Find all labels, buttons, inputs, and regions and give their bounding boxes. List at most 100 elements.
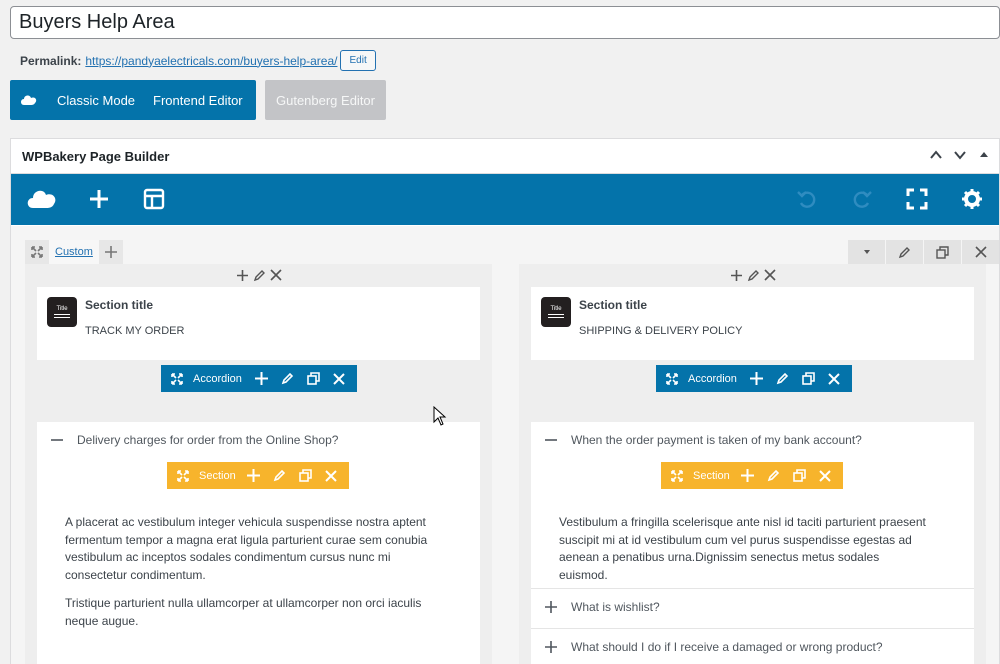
accordion-item-open[interactable]: Delivery charges for order from the Onli… bbox=[37, 426, 480, 454]
column-delete-icon[interactable] bbox=[763, 269, 776, 281]
column-add-icon[interactable] bbox=[730, 269, 743, 282]
accordion-move-icon[interactable] bbox=[167, 369, 187, 389]
accordion-question: Delivery charges for order from the Onli… bbox=[77, 433, 339, 447]
classic-mode-button[interactable]: Classic Mode bbox=[48, 93, 144, 108]
editor-mode-bar: Classic Mode Frontend Editor bbox=[10, 80, 256, 120]
column-left: Title Section title TRACK MY ORDER Accor… bbox=[25, 264, 492, 664]
column-edit-icon[interactable] bbox=[253, 269, 266, 282]
column-edit-icon[interactable] bbox=[747, 269, 760, 282]
chevron-up-icon[interactable] bbox=[929, 148, 943, 162]
section-title-element[interactable]: Title Section title SHIPPING & DELIVERY … bbox=[531, 287, 974, 360]
accordion-controls: Accordion bbox=[161, 365, 357, 392]
section-move-icon[interactable] bbox=[667, 466, 687, 486]
accordion-clone-icon[interactable] bbox=[798, 369, 818, 389]
section-content: Vestibulum a fringilla scelerisque ante … bbox=[559, 514, 929, 584]
section-controls: Section bbox=[167, 462, 349, 489]
column-controls bbox=[25, 266, 492, 284]
fullscreen-icon[interactable] bbox=[904, 186, 930, 212]
wpbakery-cloud-icon[interactable] bbox=[25, 186, 59, 212]
section-paragraph: A placerat ac vestibulum integer vehicul… bbox=[65, 515, 428, 582]
section-content: A placerat ac vestibulum integer vehicul… bbox=[65, 514, 435, 630]
add-element-icon[interactable] bbox=[86, 186, 112, 212]
accordion-item-open[interactable]: When the order payment is taken of my ba… bbox=[531, 426, 974, 454]
accordion-delete-icon[interactable] bbox=[329, 369, 349, 389]
accordion-delete-icon[interactable] bbox=[824, 369, 844, 389]
accordion-edit-icon[interactable] bbox=[772, 369, 792, 389]
row-delete-icon[interactable] bbox=[962, 240, 999, 264]
wpbakery-panel: WPBakery Page Builder Custom Title Secti… bbox=[10, 138, 1000, 664]
settings-gear-icon[interactable] bbox=[959, 186, 985, 212]
title-element-icon: Title bbox=[47, 297, 77, 327]
frontend-editor-button[interactable]: Frontend Editor bbox=[144, 93, 252, 108]
mouse-cursor-icon bbox=[433, 406, 447, 426]
permalink: Permalink: https://pandyaelectricals.com… bbox=[20, 50, 376, 71]
row-clone-icon[interactable] bbox=[924, 240, 961, 264]
plus-icon bbox=[531, 601, 571, 613]
accordion-question: What should I do if I receive a damaged … bbox=[571, 640, 883, 654]
section-delete-icon[interactable] bbox=[815, 466, 835, 486]
section-edit-icon[interactable] bbox=[269, 466, 289, 486]
panel-title: WPBakery Page Builder bbox=[22, 148, 170, 164]
panel-header: WPBakery Page Builder bbox=[11, 139, 999, 174]
triangle-up-icon[interactable] bbox=[977, 148, 991, 162]
gutenberg-editor-button[interactable]: Gutenberg Editor bbox=[265, 80, 386, 120]
minus-icon bbox=[531, 434, 571, 446]
templates-icon[interactable] bbox=[141, 186, 167, 212]
builder-canvas: Custom Title Section title TRACK MY ORDE… bbox=[11, 226, 999, 664]
section-add-icon[interactable] bbox=[243, 466, 263, 486]
undo-icon[interactable] bbox=[794, 186, 820, 212]
permalink-edit-button[interactable]: Edit bbox=[340, 50, 376, 71]
column-delete-icon[interactable] bbox=[269, 269, 282, 281]
section-delete-icon[interactable] bbox=[321, 466, 341, 486]
accordion-controls: Accordion bbox=[656, 365, 852, 392]
accordion-add-icon[interactable] bbox=[251, 369, 271, 389]
redo-icon[interactable] bbox=[849, 186, 875, 212]
chevron-down-icon[interactable] bbox=[953, 148, 967, 162]
section-paragraph: Tristique parturient nulla ullamcorper a… bbox=[65, 596, 422, 628]
section-label: Section bbox=[199, 469, 236, 482]
accordion-item-collapsed[interactable]: What should I do if I receive a damaged … bbox=[531, 632, 974, 662]
row-tab: Custom bbox=[25, 240, 123, 264]
section-label: Section bbox=[693, 469, 730, 482]
section-paragraph: Vestibulum a fringilla scelerisque ante … bbox=[559, 515, 926, 582]
section-clone-icon[interactable] bbox=[789, 466, 809, 486]
accordion-label: Accordion bbox=[688, 372, 737, 385]
row-tab-custom[interactable]: Custom bbox=[49, 240, 99, 264]
column-right: Title Section title SHIPPING & DELIVERY … bbox=[519, 264, 986, 664]
title-element-heading: Section title bbox=[579, 298, 648, 312]
row-add-icon[interactable] bbox=[99, 240, 123, 264]
title-element-value: SHIPPING & DELIVERY POLICY bbox=[579, 325, 743, 337]
builder-toolbar bbox=[11, 174, 999, 225]
row-dropdown-icon[interactable] bbox=[848, 240, 885, 264]
post-title-input[interactable]: Buyers Help Area bbox=[10, 6, 1000, 39]
column-controls bbox=[519, 266, 986, 284]
accordion-question: When the order payment is taken of my ba… bbox=[571, 433, 862, 447]
title-element-value: TRACK MY ORDER bbox=[85, 325, 185, 337]
accordion-label: Accordion bbox=[193, 372, 242, 385]
accordion-divider bbox=[531, 628, 974, 629]
section-move-icon[interactable] bbox=[173, 466, 193, 486]
section-controls: Section bbox=[661, 462, 843, 489]
column-add-icon[interactable] bbox=[236, 269, 249, 282]
title-element-heading: Section title bbox=[85, 298, 154, 312]
permalink-label: Permalink: bbox=[20, 53, 82, 68]
minus-icon bbox=[37, 434, 77, 446]
section-add-icon[interactable] bbox=[737, 466, 757, 486]
permalink-url[interactable]: https://pandyaelectricals.com/buyers-hel… bbox=[85, 54, 337, 68]
row-controls bbox=[847, 240, 999, 264]
accordion-element: When the order payment is taken of my ba… bbox=[531, 422, 974, 664]
row-edit-icon[interactable] bbox=[886, 240, 923, 264]
accordion-edit-icon[interactable] bbox=[277, 369, 297, 389]
accordion-clone-icon[interactable] bbox=[303, 369, 323, 389]
accordion-item-collapsed[interactable]: What is wishlist? bbox=[531, 592, 974, 622]
section-title-element[interactable]: Title Section title TRACK MY ORDER bbox=[37, 287, 480, 360]
title-element-icon: Title bbox=[541, 297, 571, 327]
plus-icon bbox=[531, 641, 571, 653]
row-move-icon[interactable] bbox=[25, 240, 49, 264]
accordion-add-icon[interactable] bbox=[746, 369, 766, 389]
section-edit-icon[interactable] bbox=[763, 466, 783, 486]
accordion-divider bbox=[531, 588, 974, 589]
wpbakery-logo-icon bbox=[10, 93, 48, 107]
accordion-move-icon[interactable] bbox=[662, 369, 682, 389]
section-clone-icon[interactable] bbox=[295, 466, 315, 486]
